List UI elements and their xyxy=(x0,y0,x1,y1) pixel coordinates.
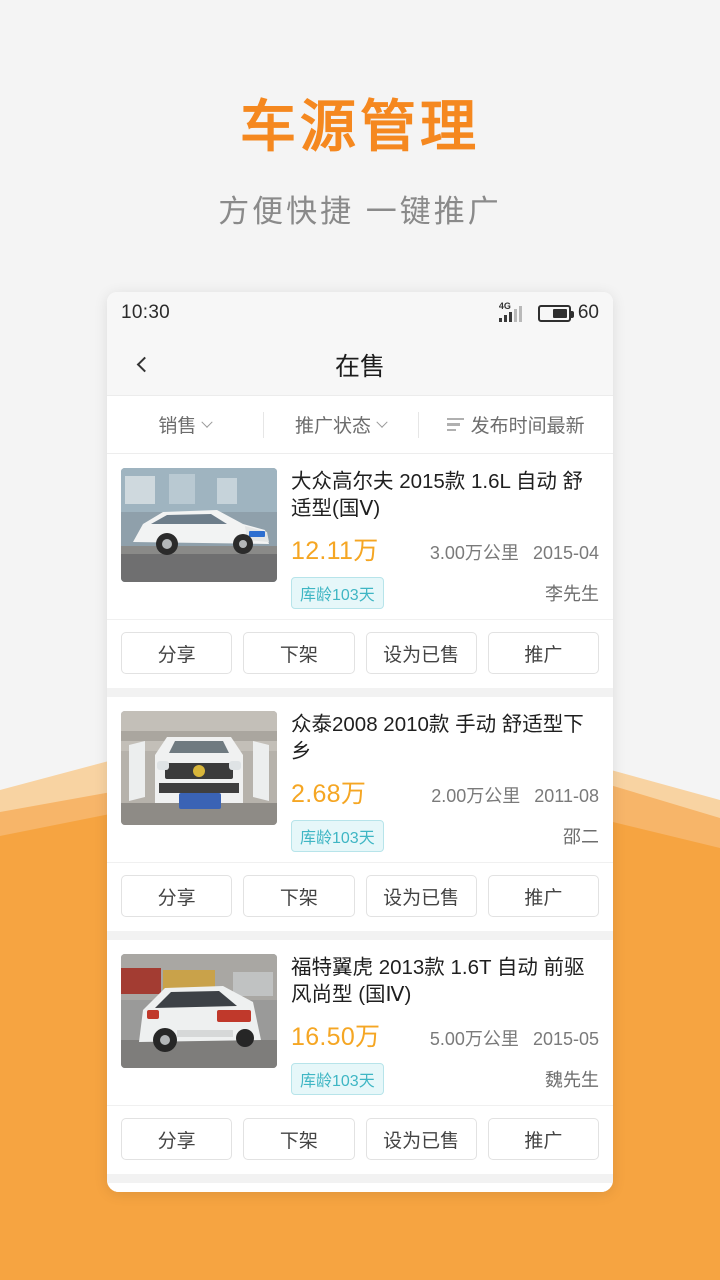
car-photo xyxy=(121,468,277,582)
car-seller: 魏先生 xyxy=(545,1070,599,1091)
share-button[interactable]: 分享 xyxy=(121,632,233,675)
car-title: 大众高尔夫 2015款 1.6L 自动 舒适型(国Ⅴ) xyxy=(291,470,584,521)
mark-sold-button[interactable]: 设为已售 xyxy=(365,875,477,918)
page-title: 车源管理 xyxy=(240,95,480,158)
status-bar-time: 10:30 xyxy=(121,302,171,323)
nav-bar: 在售 xyxy=(107,334,613,396)
car-seller: 李先生 xyxy=(545,584,599,605)
car-date: 2015-05 xyxy=(532,1029,599,1050)
car-title: 众泰2008 2010款 手动 舒适型下乡 xyxy=(291,713,584,764)
car-photo xyxy=(121,954,277,1069)
phone-mockup: 10:30 4G 60 在售 销售 推广状态 发布时间最新 大众高尔夫 2015… xyxy=(107,292,613,1192)
car-card-body[interactable]: 福特翼虎 2013款 1.6T 自动 前驱 风尚型 (国Ⅳ) 16.50万 5.… xyxy=(107,940,613,1105)
car-mileage: 5.00万公里 xyxy=(429,1029,519,1050)
car-card-body[interactable]: 比亚迪S7 2015款 2.0T 自动 豪华型(国Ⅴ) xyxy=(107,1183,613,1192)
car-price: 16.50万 xyxy=(291,1023,381,1052)
promo-header: 车源管理 方便快捷 一键推广 xyxy=(0,0,720,231)
car-title: 福特翼虎 2013款 1.6T 自动 前驱 风尚型 (国Ⅳ) xyxy=(291,956,585,1007)
mark-sold-button[interactable]: 设为已售 xyxy=(365,1118,477,1161)
filter-bar: 销售 推广状态 发布时间最新 xyxy=(107,396,613,454)
filter-promotion-status-label: 推广状态 xyxy=(295,416,372,437)
promote-button[interactable]: 推广 xyxy=(487,875,599,918)
chevron-down-icon xyxy=(376,416,388,428)
share-button[interactable]: 分享 xyxy=(121,875,233,918)
car-card-actions: 分享 下架 设为已售 推广 xyxy=(107,1105,613,1174)
car-card[interactable]: 福特翼虎 2013款 1.6T 自动 前驱 风尚型 (国Ⅳ) 16.50万 5.… xyxy=(107,940,613,1175)
car-price: 12.11万 xyxy=(291,537,379,566)
car-date: 2011-08 xyxy=(534,786,599,807)
chevron-left-icon[interactable] xyxy=(129,352,155,378)
car-list[interactable]: 大众高尔夫 2015款 1.6L 自动 舒适型(国Ⅴ) 12.11万 3.00万… xyxy=(107,454,613,1192)
promote-button[interactable]: 推广 xyxy=(487,632,599,675)
filter-sort-label: 发布时间最新 xyxy=(470,416,585,437)
sort-list-icon xyxy=(446,417,464,432)
car-card-body[interactable]: 大众高尔夫 2015款 1.6L 自动 舒适型(国Ⅴ) 12.11万 3.00万… xyxy=(107,454,613,619)
stock-age-badge: 库龄103天 xyxy=(291,577,384,610)
filter-sales-label: 销售 xyxy=(158,416,197,437)
status-bar: 10:30 4G 60 xyxy=(107,292,613,334)
car-mileage: 2.00万公里 xyxy=(431,786,521,807)
battery-icon xyxy=(537,304,574,322)
nav-title: 在售 xyxy=(334,352,385,381)
car-card-body[interactable]: 众泰2008 2010款 手动 舒适型下乡 2.68万 2.00万公里 2011… xyxy=(107,697,613,862)
page-subtitle: 方便快捷 一键推广 xyxy=(218,193,502,229)
car-price: 2.68万 xyxy=(291,780,367,809)
mark-sold-button[interactable]: 设为已售 xyxy=(365,632,477,675)
car-date: 2015-04 xyxy=(532,543,599,564)
unlist-button[interactable]: 下架 xyxy=(243,875,355,918)
car-card[interactable]: 大众高尔夫 2015款 1.6L 自动 舒适型(国Ⅴ) 12.11万 3.00万… xyxy=(107,454,613,689)
unlist-button[interactable]: 下架 xyxy=(243,1118,355,1161)
car-mileage: 3.00万公里 xyxy=(429,543,519,564)
filter-sales[interactable]: 销售 xyxy=(107,410,263,440)
signal-4g-icon: 4G xyxy=(498,301,531,324)
filter-sort-newest[interactable]: 发布时间最新 xyxy=(418,410,613,440)
car-photo xyxy=(121,711,277,826)
car-card-actions: 分享 下架 设为已售 推广 xyxy=(107,862,613,931)
chevron-down-icon xyxy=(201,416,214,428)
car-seller: 邵二 xyxy=(563,827,599,848)
filter-promotion-status[interactable]: 推广状态 xyxy=(262,410,419,440)
car-card[interactable]: 比亚迪S7 2015款 2.0T 自动 豪华型(国Ⅴ) xyxy=(107,1183,613,1192)
car-card[interactable]: 众泰2008 2010款 手动 舒适型下乡 2.68万 2.00万公里 2011… xyxy=(107,697,613,932)
unlist-button[interactable]: 下架 xyxy=(243,632,355,675)
promote-button[interactable]: 推广 xyxy=(487,1118,599,1161)
stock-age-badge: 库龄103天 xyxy=(291,1063,384,1096)
stock-age-badge: 库龄103天 xyxy=(291,820,384,853)
share-button[interactable]: 分享 xyxy=(121,1118,233,1161)
car-card-actions: 分享 下架 设为已售 推广 xyxy=(107,619,613,688)
battery-level-label: 60 xyxy=(577,302,599,323)
